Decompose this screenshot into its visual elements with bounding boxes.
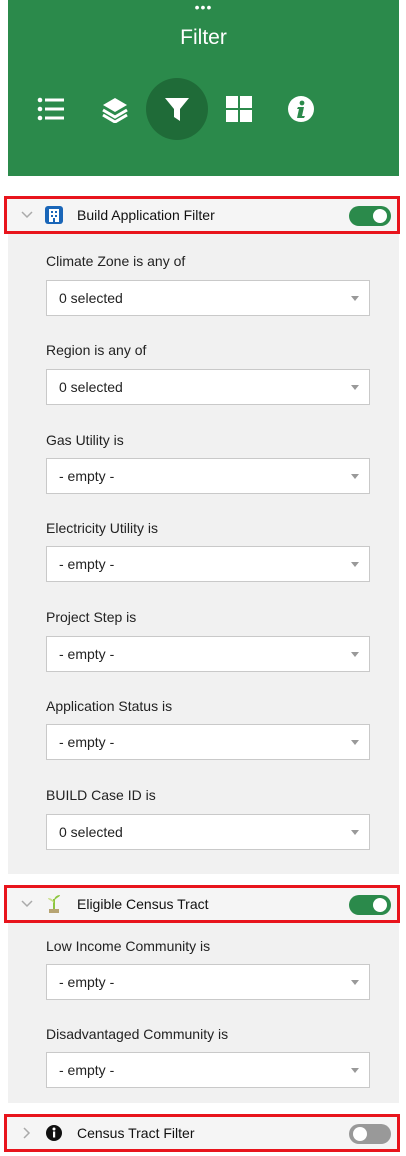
electricity-utility-select[interactable]: - empty -: [46, 546, 370, 582]
select-value: - empty -: [59, 646, 115, 662]
filter-panel-header: ••• Filter: [8, 0, 399, 176]
field-label-application-status: Application Status is: [46, 698, 173, 714]
field-label-build-case-id: BUILD Case ID is: [46, 787, 156, 803]
caret-down-icon: [351, 830, 359, 835]
build-case-id-select[interactable]: 0 selected: [46, 814, 370, 850]
field-label-low-income-community: Low Income Community is: [46, 938, 211, 954]
section-label: Eligible Census Tract: [77, 896, 209, 912]
chevron-down-icon[interactable]: [17, 211, 37, 219]
caret-down-icon: [351, 1068, 359, 1073]
drag-handle[interactable]: •••: [8, 0, 399, 14]
panel-title: Filter: [180, 26, 227, 49]
toolbar: [8, 78, 399, 140]
toggle-knob: [373, 898, 387, 912]
field-label-project-step: Project Step is: [46, 609, 137, 625]
census-tract-filter-toggle[interactable]: [349, 1124, 391, 1144]
layers-icon: [102, 98, 128, 123]
toggle-knob: [353, 1127, 367, 1141]
filter-tool-button[interactable]: [146, 78, 208, 140]
application-status-select[interactable]: - empty -: [46, 724, 370, 760]
list-tool-button[interactable]: [20, 78, 82, 140]
layers-tool-button[interactable]: [84, 78, 146, 140]
section-eligible-census-tract[interactable]: Eligible Census Tract: [4, 885, 400, 923]
caret-down-icon: [351, 980, 359, 985]
build-application-filter-toggle[interactable]: [349, 206, 391, 226]
list-icon: [37, 97, 64, 121]
select-value: - empty -: [59, 468, 115, 484]
field-label-electricity-utility: Electricity Utility is: [46, 520, 159, 536]
info-icon: [288, 96, 314, 122]
select-value: - empty -: [59, 734, 115, 750]
region-select[interactable]: 0 selected: [46, 369, 370, 405]
caret-down-icon: [351, 296, 359, 301]
select-value: 0 selected: [59, 290, 123, 306]
field-label-disadvantaged-community: Disadvantaged Community is: [46, 1026, 229, 1042]
project-step-select[interactable]: - empty -: [46, 636, 370, 672]
chevron-down-icon[interactable]: [17, 900, 37, 908]
section-build-application-filter[interactable]: Build Application Filter: [4, 196, 400, 234]
toggle-knob: [373, 209, 387, 223]
sprout-icon: [43, 893, 65, 915]
caret-down-icon: [351, 474, 359, 479]
chevron-right-icon[interactable]: [17, 1127, 37, 1139]
section-census-tract-filter[interactable]: Census Tract Filter: [4, 1114, 400, 1152]
gas-utility-select[interactable]: - empty -: [46, 458, 370, 494]
select-value: 0 selected: [59, 824, 123, 840]
section-label: Build Application Filter: [77, 207, 215, 223]
field-label-climate-zone: Climate Zone is any of: [46, 253, 186, 269]
building-icon: [43, 204, 65, 226]
grid-icon: [226, 96, 252, 122]
select-value: - empty -: [59, 556, 115, 572]
disadvantaged-community-select[interactable]: - empty -: [46, 1052, 370, 1088]
field-label-region: Region is any of: [46, 342, 147, 358]
field-label-gas-utility: Gas Utility is: [46, 432, 124, 448]
caret-down-icon: [351, 562, 359, 567]
info-tool-button[interactable]: [270, 78, 332, 140]
section-label: Census Tract Filter: [77, 1125, 195, 1141]
caret-down-icon: [351, 652, 359, 657]
info-circle-icon: [43, 1122, 65, 1144]
select-value: - empty -: [59, 1062, 115, 1078]
caret-down-icon: [351, 740, 359, 745]
low-income-community-select[interactable]: - empty -: [46, 964, 370, 1000]
climate-zone-select[interactable]: 0 selected: [46, 280, 370, 316]
eligible-census-tract-toggle[interactable]: [349, 895, 391, 915]
caret-down-icon: [351, 385, 359, 390]
grid-tool-button[interactable]: [208, 78, 270, 140]
select-value: - empty -: [59, 974, 115, 990]
filter-icon: [165, 98, 189, 121]
select-value: 0 selected: [59, 379, 123, 395]
